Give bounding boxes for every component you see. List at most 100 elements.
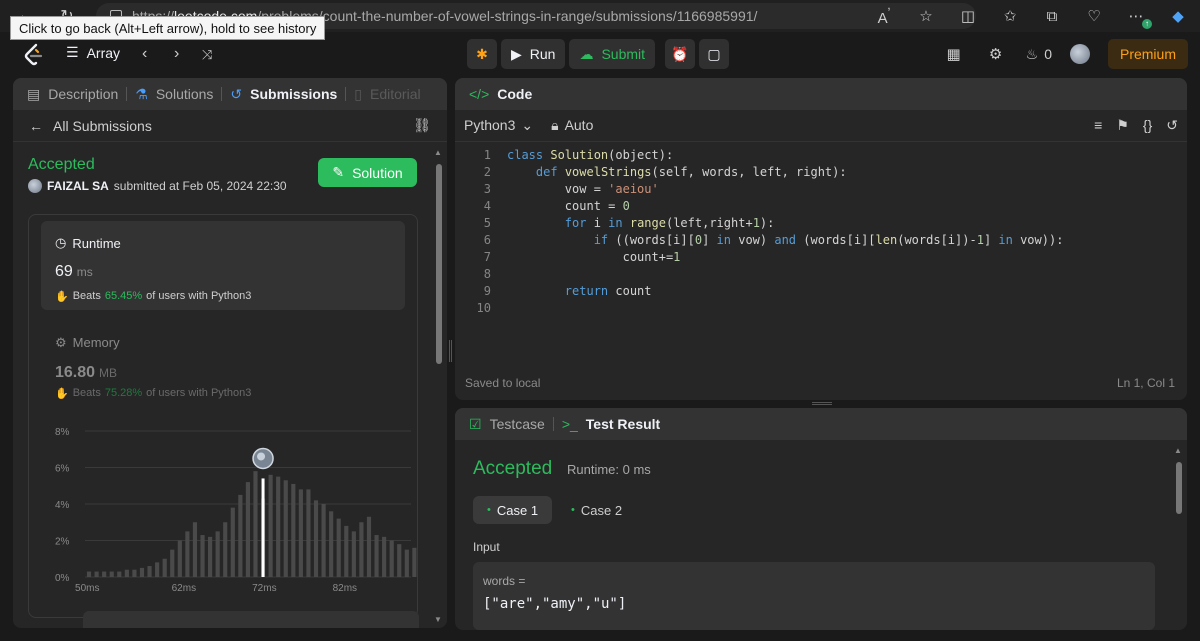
scroll-up-icon[interactable]: ▲ — [434, 148, 442, 157]
bookmark-icon[interactable]: ⚑ — [1116, 117, 1129, 134]
user-avatar[interactable] — [1069, 44, 1090, 64]
premium-button[interactable]: Premium — [1107, 39, 1188, 69]
histogram-bar — [298, 489, 303, 577]
prev-problem-icon[interactable]: ‹ — [142, 45, 147, 63]
solution-button[interactable]: ✎ Solution — [318, 158, 417, 187]
case-2-tab[interactable]: • Case 2 — [557, 496, 636, 524]
debug-icon[interactable]: ✱ — [467, 39, 497, 69]
edit-icon: ✎ — [332, 164, 345, 180]
shuffle-icon[interactable]: ⤨ — [202, 47, 212, 63]
run-button[interactable]: ▶ Run — [501, 39, 566, 69]
all-submissions-link[interactable]: ← All Submissions — [29, 118, 152, 134]
more-icon[interactable]: ⋯ ↑ — [1124, 7, 1152, 29]
memory-unit: MB — [99, 366, 118, 380]
language-value: Python3 — [464, 117, 516, 133]
solution-button-label: Solution — [352, 164, 403, 181]
braces-icon[interactable]: {} — [1143, 117, 1152, 134]
variable-name: words = — [483, 574, 526, 588]
memory-beats: ✋ Beats 75.28% of users with Python3 — [55, 387, 251, 400]
play-icon: ▶ — [511, 45, 522, 62]
runtime-box[interactable]: ◷ Runtime 69 ms ✋ Beats 65.45% of users w… — [41, 221, 405, 310]
next-problem-icon[interactable]: › — [174, 45, 179, 63]
problem-list-button[interactable]: ☰ Array — [66, 44, 120, 61]
code-editor[interactable]: 1 class Solution(object): 2 def vowelStri… — [455, 146, 1187, 316]
back-tooltip: Click to go back (Alt+Left arrow), hold … — [10, 16, 326, 40]
copilot-icon[interactable]: ◆ — [1166, 7, 1190, 25]
tab-solutions[interactable]: Solutions — [156, 86, 214, 102]
checkbox-icon: ☑ — [469, 415, 482, 432]
back-arrow-icon: ← — [29, 117, 43, 134]
format-icon[interactable]: ≡ — [1094, 117, 1102, 134]
test-scrollbar[interactable]: ▲ — [1174, 444, 1184, 628]
scroll-up-icon[interactable]: ▲ — [1174, 446, 1182, 455]
runtime-distribution-chart[interactable]: 0% 2% 4% 6% 8% 50ms 62ms 72ms 82ms — [29, 415, 419, 615]
histogram-bar — [276, 476, 281, 577]
submitter-name[interactable]: FAIZAL SA — [47, 179, 109, 193]
test-scroll-thumb[interactable] — [1176, 462, 1182, 514]
read-aloud-icon[interactable]: Aʼ — [872, 6, 896, 27]
reset-icon[interactable]: ↺ — [1166, 117, 1178, 134]
cloud-upload-icon: ☁ — [579, 45, 594, 62]
favorite-star-icon[interactable]: ☆ — [914, 7, 938, 25]
layout-grid-icon[interactable]: ▦ — [942, 45, 966, 63]
tab-description[interactable]: Description — [48, 86, 118, 102]
language-select[interactable]: Python3 ⌄ — [464, 117, 533, 134]
collections-icon[interactable]: ⧉ — [1040, 8, 1064, 25]
auto-mode-toggle[interactable]: 🔒︎ Auto — [551, 117, 593, 134]
clap-icon: ✋ — [55, 291, 69, 303]
histogram-bar — [139, 567, 145, 577]
vertical-resize-handle[interactable] — [449, 340, 452, 362]
flask-icon: ⚗ — [135, 85, 148, 102]
histogram-bar — [351, 531, 356, 577]
histogram-bar — [177, 540, 182, 577]
tab-testcase[interactable]: Testcase — [490, 416, 545, 432]
histogram-bar — [389, 540, 394, 577]
tab-editorial[interactable]: Editorial — [370, 86, 421, 102]
histogram-bar — [102, 571, 107, 577]
submission-panel: ▤ Description ⚗ Solutions ↺ Submissions … — [13, 78, 447, 628]
tab-test-result[interactable]: Test Result — [586, 416, 660, 432]
your-runtime-bar[interactable] — [261, 478, 265, 577]
histogram-bar — [223, 522, 228, 577]
line-number: 9 — [483, 283, 491, 298]
histogram-bar — [230, 507, 235, 577]
leetcode-logo-icon[interactable] — [22, 43, 44, 67]
terminal-icon: >_ — [561, 416, 578, 432]
horizontal-resize-handle[interactable] — [812, 402, 832, 405]
histogram-bar — [245, 482, 251, 577]
left-scrollbar[interactable]: ▲ ▼ — [434, 142, 444, 626]
submit-button[interactable]: ☁ Submit — [569, 39, 656, 69]
notes-icon[interactable]: ▢ — [699, 39, 730, 69]
histogram-bar — [147, 566, 152, 577]
streak-counter[interactable]: ♨ 0 — [1026, 46, 1052, 63]
histogram-bar — [215, 531, 220, 577]
histogram-bar — [291, 483, 296, 577]
runtime-beats-pct: 65.45% — [104, 290, 143, 302]
scroll-down-icon[interactable]: ▼ — [434, 615, 442, 624]
tab-submissions[interactable]: Submissions — [250, 86, 337, 102]
share-link-icon[interactable]: ⛓ — [413, 117, 431, 134]
mode-value: Auto — [564, 117, 594, 133]
histogram-bar — [329, 511, 334, 577]
runtime-value: 69 ms — [55, 263, 93, 281]
health-icon[interactable]: ♡ — [1082, 7, 1106, 25]
code-tab-label[interactable]: Code — [497, 86, 532, 102]
line-number: 5 — [483, 215, 491, 230]
case-1-tab[interactable]: • Case 1 — [473, 496, 553, 524]
test-runtime: Runtime: 0 ms — [567, 462, 651, 477]
histogram-bar — [185, 531, 190, 577]
histogram-bar — [117, 571, 122, 577]
settings-gear-icon[interactable]: ⚙ — [984, 45, 1008, 63]
alarm-clock-icon[interactable]: ⏰ — [665, 39, 696, 69]
histogram-bar — [382, 536, 387, 577]
test-panel: ☑ Testcase >_ Test Result Accepted Runti… — [455, 408, 1187, 630]
histogram-bar — [170, 549, 175, 577]
histogram-bar — [359, 522, 364, 577]
chip-icon: ⚙ — [55, 335, 67, 350]
split-screen-icon[interactable]: ◫ — [956, 7, 980, 25]
secondary-chart-preview — [83, 611, 419, 628]
left-scroll-thumb[interactable] — [436, 164, 442, 364]
memory-heading[interactable]: ⚙ Memory — [55, 335, 120, 351]
histogram-bar — [313, 500, 319, 577]
favorites-icon[interactable]: ✩ — [998, 7, 1022, 25]
